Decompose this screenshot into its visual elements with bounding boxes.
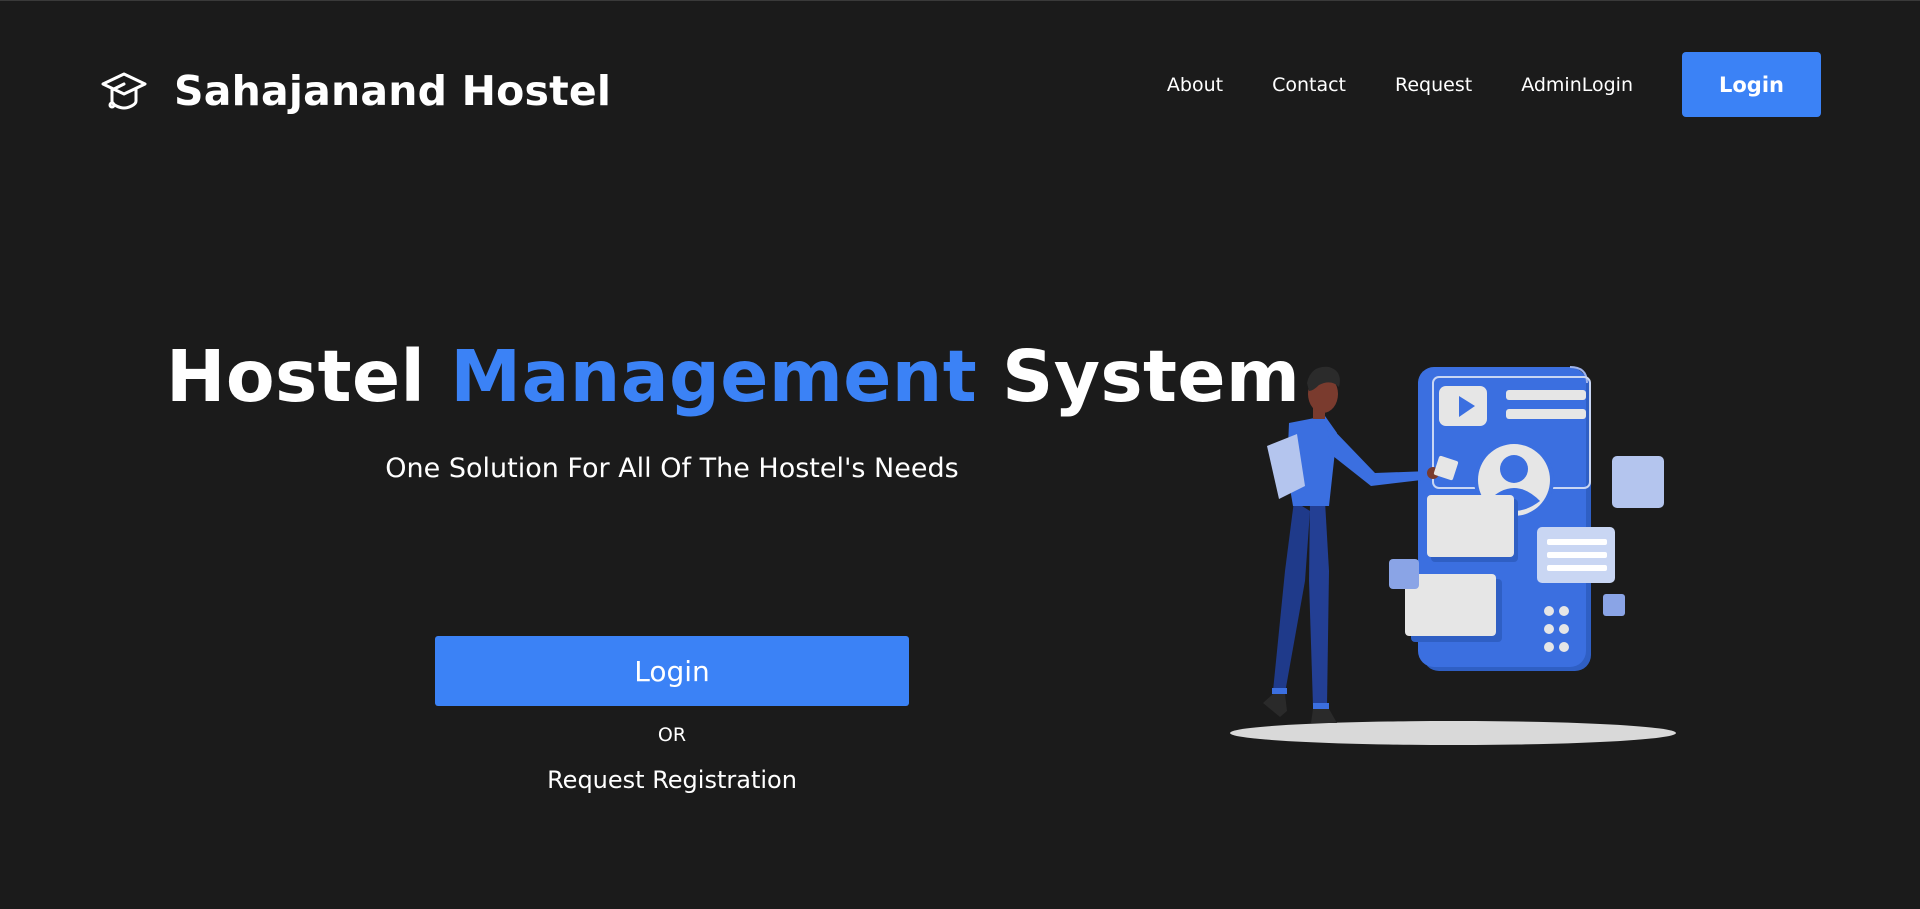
- nav-link-request[interactable]: Request: [1395, 74, 1472, 96]
- hero-subtitle: One Solution For All Of The Hostel's Nee…: [385, 453, 959, 484]
- header-login-button[interactable]: Login: [1682, 52, 1821, 117]
- nav-link-about[interactable]: About: [1167, 74, 1223, 96]
- nav-link-admin-login[interactable]: AdminLogin: [1521, 74, 1633, 96]
- top-nav: About Contact Request AdminLogin Login: [1167, 52, 1821, 117]
- hero-section: Hostel Management System One Solution Fo…: [166, 321, 1300, 484]
- or-separator: OR: [657, 724, 687, 746]
- brand[interactable]: Sahajanand Hostel: [100, 67, 611, 115]
- hero-title-accent: Management: [450, 335, 978, 418]
- hero-title: Hostel Management System: [166, 321, 1300, 433]
- request-registration-link[interactable]: Request Registration: [435, 766, 909, 794]
- graduation-cap-icon: [101, 72, 147, 110]
- hero-actions: Login OR Request Registration: [435, 636, 909, 794]
- landing-page: Sahajanand Hostel About Contact Request …: [0, 0, 1920, 909]
- person-with-phone-app-illustration: [1230, 366, 1676, 745]
- hero-title-part1: Hostel: [166, 335, 451, 418]
- nav-link-contact[interactable]: Contact: [1272, 74, 1346, 96]
- hero-login-button[interactable]: Login: [435, 636, 909, 706]
- brand-name: Sahajanand Hostel: [174, 67, 612, 115]
